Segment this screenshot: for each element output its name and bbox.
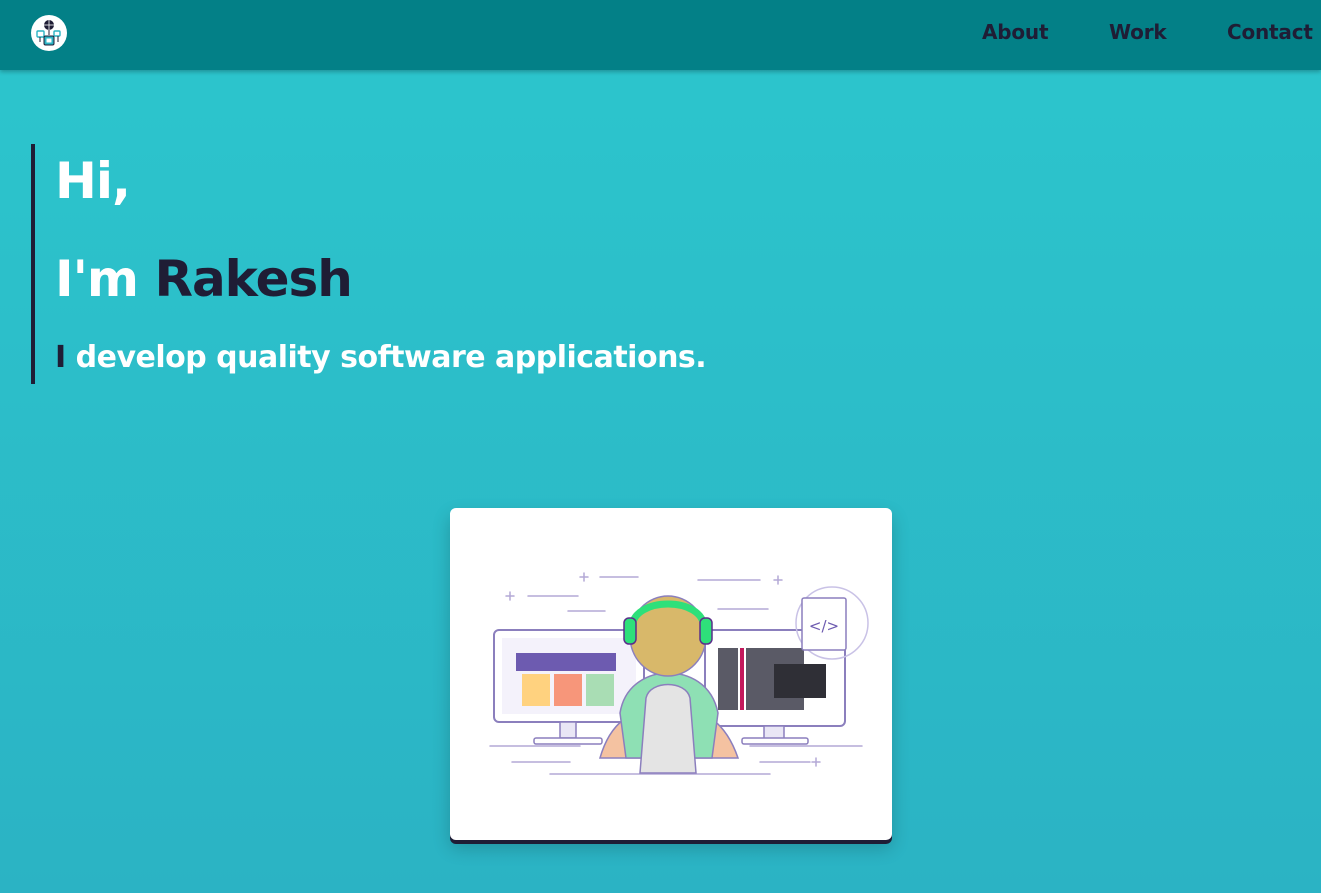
nav-link-about[interactable]: About xyxy=(982,20,1049,44)
hero-tagline: I develop quality software applications. xyxy=(55,340,707,375)
hero-name: Rakesh xyxy=(154,250,352,308)
typing-cursor: I xyxy=(55,340,66,375)
nav-link-contact[interactable]: Contact xyxy=(1227,20,1313,44)
hero-greeting: Hi, xyxy=(55,152,131,210)
navbar: About Work Contact xyxy=(0,0,1321,70)
hero-intro-prefix: I'm xyxy=(55,250,139,308)
illustration-card: </> xyxy=(450,508,892,840)
hero-section: Hi, I'm Rakesh I develop quality softwar… xyxy=(31,144,707,384)
hero-intro: I'm Rakesh xyxy=(55,250,353,308)
nav-link-work[interactable]: Work xyxy=(1109,20,1167,44)
hero-tagline-text: develop quality software applications. xyxy=(75,340,707,375)
developer-globe-logo-icon[interactable] xyxy=(31,15,67,51)
developer-at-desk-illustration: </> xyxy=(489,572,869,775)
illustration-code-tag: </> xyxy=(809,617,839,635)
